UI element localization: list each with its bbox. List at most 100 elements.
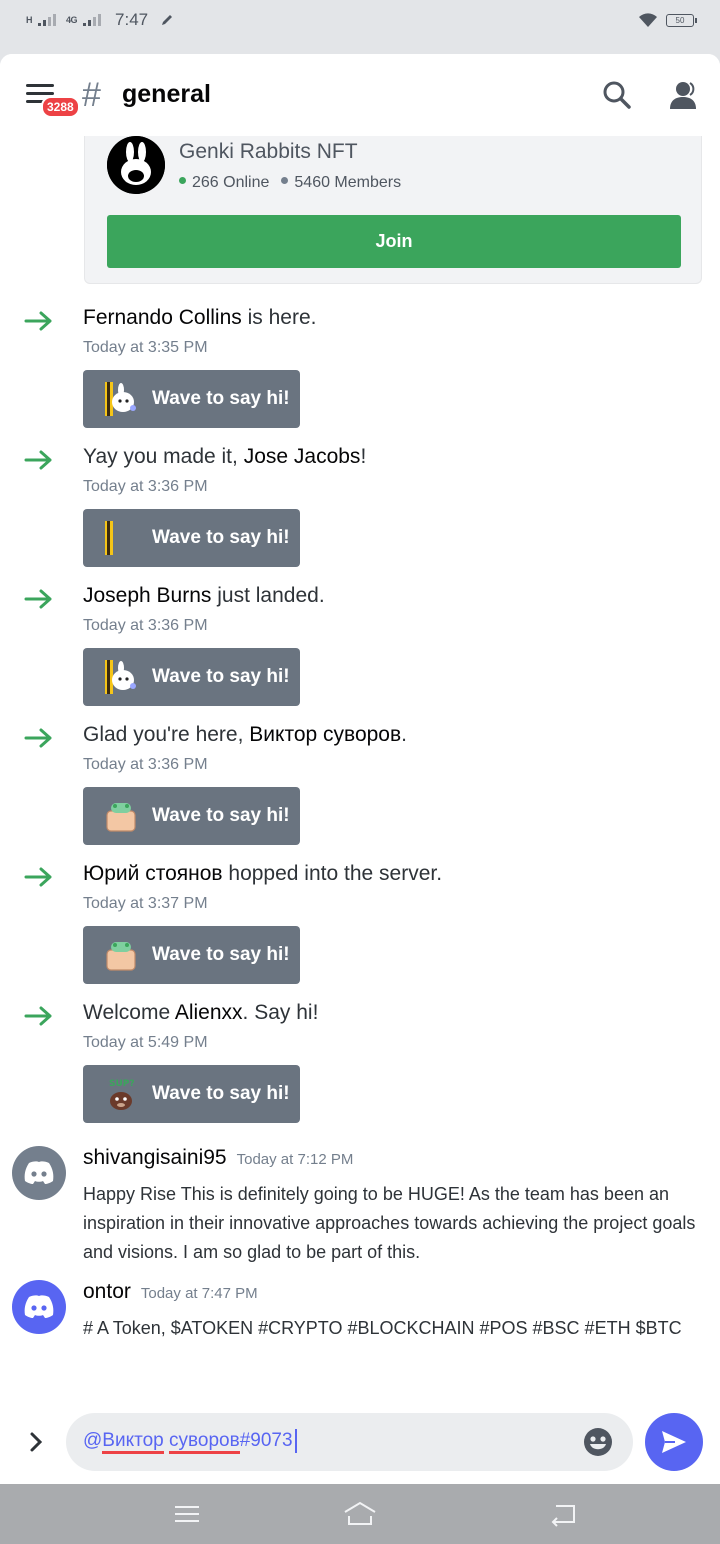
send-button[interactable]	[645, 1413, 703, 1471]
join-arrow-icon	[24, 867, 52, 887]
server-name: Genki Rabbits NFT	[179, 140, 358, 163]
members-icon[interactable]	[668, 80, 700, 110]
message-input[interactable]: @Виктор суворов#9073	[66, 1413, 633, 1471]
clock: 7:47	[115, 10, 149, 29]
emoji-icon[interactable]	[583, 1427, 613, 1457]
message-timestamp: Today at 7:12 PM	[236, 1151, 354, 1168]
rabbit-logo-icon	[107, 136, 165, 194]
join-arrow-icon	[24, 311, 52, 331]
rabbit-peek-sticker-icon	[105, 660, 137, 694]
server-invite-embed: Genki Rabbits NFT 266 Online 5460 Member…	[84, 134, 702, 284]
join-message-text: Glad you're here, Виктор суворов.	[83, 723, 407, 746]
wave-to-say-hi-button[interactable]: Wave to say hi!	[83, 509, 300, 567]
chat-message[interactable]: ontor Today at 7:47 PM # A Token, $ATOKE…	[0, 1280, 720, 1370]
wave-to-say-hi-button[interactable]: Wave to say hi!	[83, 370, 300, 428]
notification-badge: 3288	[41, 96, 80, 118]
join-message: Yay you made it, Jose Jacobs! Today at 3:…	[0, 445, 720, 584]
join-arrow-icon	[24, 1006, 52, 1026]
username-link[interactable]: Joseph Burns	[83, 584, 211, 607]
wave-to-say-hi-button[interactable]: Wave to say hi!	[83, 648, 300, 706]
message-header: ontor Today at 7:47 PM	[83, 1280, 258, 1304]
wave-button-label: Wave to say hi!	[152, 388, 290, 409]
join-message-text: Joseph Burns just landed.	[83, 584, 325, 607]
message-text: Happy Rise This is definitely going to b…	[83, 1184, 696, 1262]
network-type-2: 4G	[66, 15, 78, 25]
wave-button-label: Wave to say hi!	[152, 805, 290, 826]
discord-app: 3288 # general Genki Rabbits NFT 266 Onl…	[0, 54, 720, 1484]
sup-bear-sticker-icon: SUP?	[105, 1077, 137, 1111]
join-message-text: Yay you made it, Jose Jacobs!	[83, 445, 367, 468]
join-message: Glad you're here, Виктор суворов. Today a…	[0, 723, 720, 862]
join-server-button[interactable]: Join	[107, 215, 681, 268]
member-count: 5460 Members	[281, 174, 401, 192]
server-stats: 266 Online 5460 Members	[179, 174, 401, 192]
join-arrow-icon	[24, 589, 52, 609]
message-text: # A Token, $ATOKEN #CRYPTO #BLOCKCHAIN #…	[83, 1318, 682, 1338]
username-link[interactable]: Виктор суворов	[249, 723, 401, 746]
message-timestamp: Today at 3:37 PM	[83, 895, 208, 912]
rabbit-peek-sticker-icon	[105, 382, 137, 416]
join-message: Fernando Collins is here. Today at 3:35 P…	[0, 306, 720, 445]
wave-button-label: Wave to say hi!	[152, 666, 290, 687]
username-link[interactable]: Fernando Collins	[83, 306, 242, 329]
wave-to-say-hi-button[interactable]: Wave to say hi!	[83, 787, 300, 845]
message-author[interactable]: ontor	[83, 1280, 131, 1304]
join-arrow-icon	[24, 450, 52, 470]
message-timestamp: Today at 3:36 PM	[83, 617, 208, 634]
status-bar: H 4G 7:47 50	[0, 0, 720, 40]
discord-logo-icon	[24, 1295, 54, 1318]
text-cursor	[294, 1429, 297, 1453]
channel-title: general	[122, 80, 211, 108]
door-bar-sticker-icon	[105, 521, 137, 555]
waving-hand-sticker-icon	[105, 938, 137, 972]
message-timestamp: Today at 3:35 PM	[83, 339, 208, 356]
search-icon[interactable]	[602, 80, 632, 110]
message-timestamp: Today at 7:47 PM	[140, 1285, 258, 1302]
menu-button[interactable]: 3288	[26, 84, 80, 118]
avatar[interactable]	[12, 1280, 66, 1334]
username-link[interactable]: Jose Jacobs	[244, 445, 361, 468]
back-icon[interactable]	[548, 1500, 578, 1528]
recent-apps-icon[interactable]	[172, 1500, 202, 1528]
channel-header: 3288 # general	[0, 54, 720, 136]
wifi-icon	[639, 13, 657, 27]
home-icon[interactable]	[342, 1500, 378, 1528]
join-message: Юрий стоянов hopped into the server. Toda…	[0, 862, 720, 1001]
message-header: shivangisaini95 Today at 7:12 PM	[83, 1146, 353, 1170]
join-message-text: Fernando Collins is here.	[83, 306, 317, 329]
message-timestamp: Today at 3:36 PM	[83, 478, 208, 495]
message-input-text[interactable]: @Виктор суворов#9073	[83, 1429, 297, 1455]
message-timestamp: Today at 3:36 PM	[83, 756, 208, 773]
message-author[interactable]: shivangisaini95	[83, 1146, 227, 1170]
discord-logo-icon	[24, 1161, 54, 1184]
system-navigation-bar	[0, 1484, 720, 1544]
edit-pen-icon	[162, 15, 173, 25]
username-link[interactable]: Юрий стоянов	[83, 862, 223, 885]
wave-to-say-hi-button[interactable]: SUP? Wave to say hi!	[83, 1065, 300, 1123]
chat-message[interactable]: shivangisaini95 Today at 7:12 PM Happy R…	[0, 1146, 720, 1266]
wave-to-say-hi-button[interactable]: Wave to say hi!	[83, 926, 300, 984]
join-message: Welcome Alienxx. Say hi! Today at 5:49 PM…	[0, 1001, 720, 1140]
wave-button-label: Wave to say hi!	[152, 527, 290, 548]
join-message-text: Welcome Alienxx. Say hi!	[83, 1001, 319, 1024]
battery-icon: 50	[666, 13, 697, 27]
join-arrow-icon	[24, 728, 52, 748]
wave-button-label: Wave to say hi!	[152, 944, 290, 965]
join-message-text: Юрий стоянов hopped into the server.	[83, 862, 443, 885]
network-type-1: H	[26, 15, 33, 25]
online-count: 266 Online	[179, 174, 269, 192]
channel-hash-icon: #	[82, 76, 101, 114]
username-link[interactable]: Alienxx	[175, 1001, 243, 1024]
waving-hand-sticker-icon	[105, 799, 137, 833]
svg-text:SUP?: SUP?	[109, 1079, 135, 1089]
send-icon	[662, 1431, 686, 1453]
chevron-right-icon[interactable]	[26, 1430, 46, 1454]
join-message: Joseph Burns just landed. Today at 3:36 P…	[0, 584, 720, 723]
message-timestamp: Today at 5:49 PM	[83, 1034, 208, 1051]
message-composer: @Виктор суворов#9073	[0, 1410, 720, 1484]
signal-icon-2	[83, 14, 102, 26]
signal-icon-1	[38, 14, 56, 26]
wave-button-label: Wave to say hi!	[152, 1083, 290, 1104]
avatar[interactable]	[12, 1146, 66, 1200]
server-icon	[107, 136, 165, 194]
